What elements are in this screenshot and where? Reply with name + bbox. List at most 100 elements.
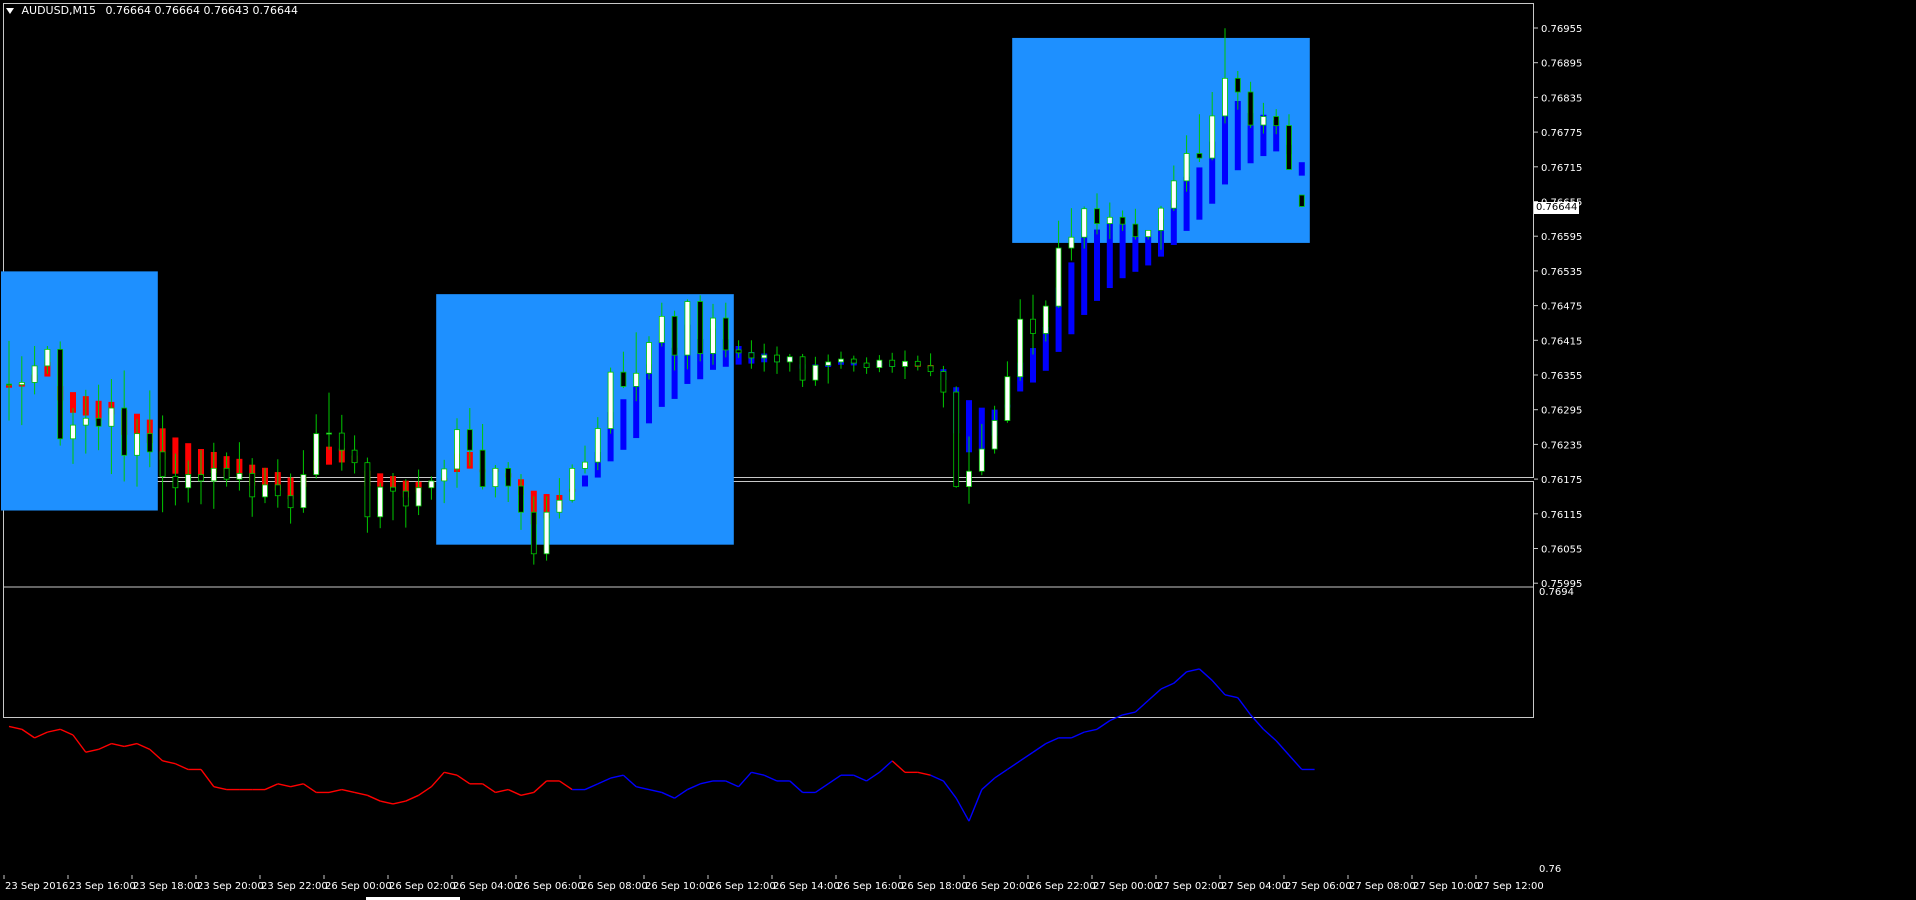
indicator-line: [8, 668, 1315, 822]
indicator-axis-bottom-label: 0.76: [1539, 864, 1562, 875]
indicator-segment: [1071, 731, 1085, 739]
indicator-segment: [34, 731, 48, 739]
candle-body: [658, 315, 665, 343]
indicator-segment: [98, 742, 112, 751]
time-axis-label: 26 Sep 12:00: [709, 881, 776, 892]
candle-body: [1030, 318, 1036, 334]
indicator-segment: [610, 774, 624, 779]
candle-body: [326, 432, 332, 435]
dropdown-triangle-icon[interactable]: [6, 8, 14, 14]
price-axis-label: 0.76715: [1541, 163, 1582, 174]
candle-body: [966, 470, 972, 488]
candle-body: [364, 462, 371, 518]
indicator-segment: [213, 786, 227, 791]
candle-body: [172, 475, 179, 489]
indicator-segment: [930, 774, 944, 782]
indicator-segment: [1275, 740, 1290, 756]
indicator-segment: [1186, 668, 1200, 673]
candle-body: [415, 487, 422, 507]
indicator-segment: [1211, 679, 1226, 696]
indicator-segment: [533, 780, 548, 793]
indicator-axis-top-label: 0.7694: [1539, 587, 1574, 598]
indicator-segment: [866, 771, 880, 782]
time-axis-label: 27 Sep 08:00: [1349, 881, 1416, 892]
candle-body: [249, 473, 256, 498]
indicator-segment: [815, 783, 829, 794]
candle-body: [338, 432, 345, 451]
indicator-segment: [456, 774, 471, 785]
price-axis-label: 0.76475: [1541, 302, 1582, 313]
price-axis-label: 0.76895: [1541, 59, 1582, 70]
candle-body: [876, 359, 883, 369]
indicator-segment: [354, 791, 368, 797]
price-chart[interactable]: 0.76955 0.76895 0.76835 0.76775 0.76715 0.766…: [0, 0, 1916, 900]
indicator-segment: [405, 794, 419, 802]
candle-body: [646, 342, 652, 374]
chart-window[interactable]: 0.76955 0.76895 0.76835 0.76775 0.76715 0.766…: [0, 0, 1916, 900]
candle-body: [57, 348, 64, 440]
time-axis-label: 26 Sep 02:00: [389, 881, 456, 892]
candle-body: [786, 356, 793, 363]
price-axis-label: 0.76115: [1541, 510, 1582, 521]
candle-body: [1081, 208, 1088, 238]
candle-body: [953, 391, 960, 488]
indicator-segment: [85, 748, 99, 753]
time-axis-label: 23 Sep 16:00: [69, 881, 136, 892]
indicator-segment: [917, 771, 931, 776]
candle-body: [710, 317, 716, 354]
indicator-segment: [124, 742, 138, 748]
candle-body: [684, 301, 691, 356]
indicator-segment: [1250, 714, 1264, 730]
time-axis-label: 23 Sep 2016: [5, 881, 68, 892]
candle-body: [812, 364, 819, 381]
indicator-segment: [981, 777, 996, 791]
candle-body: [44, 348, 51, 367]
candle-body: [1234, 77, 1241, 93]
candle-body: [1132, 223, 1139, 238]
time-axis-label: 26 Sep 22:00: [1029, 881, 1096, 892]
indicator-segment: [367, 794, 381, 802]
ribbon-bar: [620, 399, 627, 450]
indicator-segment: [955, 797, 970, 822]
candle-body: [863, 362, 870, 369]
indicator-segment: [277, 783, 291, 788]
time-axis-label: 23 Sep 18:00: [133, 881, 200, 892]
time-axis-label: 27 Sep 00:00: [1093, 881, 1160, 892]
indicator-segment: [1224, 694, 1238, 699]
candle-body: [1183, 153, 1190, 182]
candle-body: [1286, 125, 1292, 170]
candle-body: [671, 315, 678, 356]
candle-body: [1222, 77, 1228, 117]
indicator-segment: [1198, 668, 1213, 681]
candle-body: [940, 371, 947, 393]
indicator-segment: [290, 783, 304, 788]
candle-body: [159, 451, 166, 477]
candle-body: [454, 429, 460, 470]
symbol-header[interactable]: AUDUSD,M15 0.76664 0.76664 0.76643 0.766…: [6, 4, 298, 17]
candle-body: [18, 382, 25, 386]
candle-body: [569, 467, 576, 501]
candle-body: [774, 354, 780, 363]
candle-body: [697, 301, 704, 354]
price-axis-label: 0.76295: [1541, 406, 1582, 417]
candle-body: [1170, 180, 1177, 209]
candle-body: [108, 407, 115, 427]
indicator-segment: [341, 788, 355, 794]
candle-body: [927, 365, 934, 372]
indicator-segment: [8, 725, 22, 730]
indicator-segment: [1134, 700, 1149, 713]
time-axis-label: 23 Sep 22:00: [261, 881, 328, 892]
candle-body: [722, 317, 729, 351]
ribbon-bar: [1068, 262, 1075, 335]
indicator-segment: [47, 728, 61, 733]
candle-body: [121, 407, 128, 456]
indicator-segment: [1084, 728, 1098, 733]
candle-body: [582, 461, 588, 469]
ribbon-bar: [1094, 229, 1100, 301]
indicator-segment: [1288, 754, 1303, 770]
candle-body: [735, 349, 742, 354]
candle-body: [262, 484, 268, 498]
candle-body: [236, 473, 243, 480]
candle-body: [1158, 207, 1164, 231]
time-axis-label: 26 Sep 00:00: [325, 881, 392, 892]
